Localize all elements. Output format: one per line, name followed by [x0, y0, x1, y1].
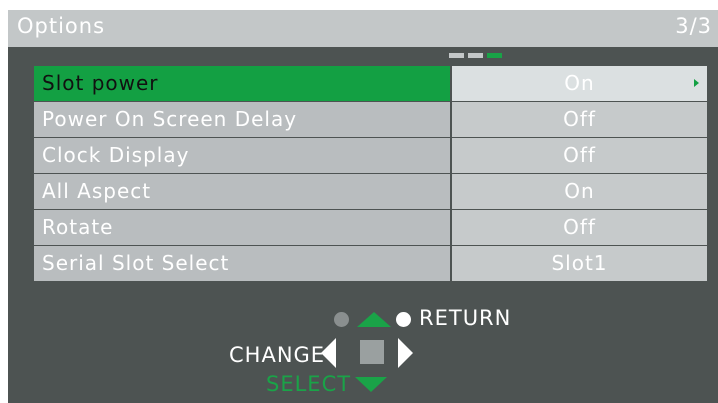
grey-dot-icon — [334, 312, 349, 327]
arrow-right-icon — [398, 338, 413, 368]
arrow-up-icon — [357, 312, 391, 327]
arrow-down-icon — [355, 377, 387, 392]
select-label: SELECT — [266, 372, 352, 396]
center-square-icon — [360, 340, 384, 364]
arrow-left-icon — [321, 338, 336, 368]
control-legend: RETURN CHANGE SELECT — [8, 10, 718, 403]
white-dot-icon — [396, 312, 411, 327]
change-label: CHANGE — [229, 343, 326, 367]
return-label: RETURN — [419, 306, 512, 330]
options-panel: Options 3/3 Slot power On Power On Scree… — [8, 10, 718, 403]
